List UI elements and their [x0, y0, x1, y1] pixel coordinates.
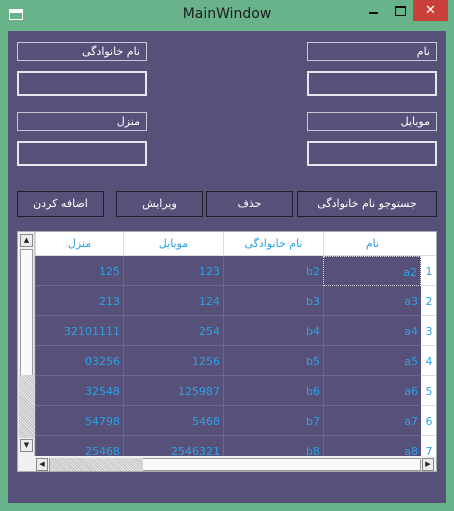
- maximize-button[interactable]: [387, 0, 413, 21]
- column-header-first-name[interactable]: نام: [323, 232, 421, 256]
- scroll-right-icon[interactable]: ▶: [422, 458, 434, 471]
- table-row[interactable]: 125 123 b2 a2 1: [35, 256, 436, 286]
- cell-home[interactable]: 03256: [35, 346, 123, 376]
- mobile-field[interactable]: [307, 141, 437, 166]
- cell-mobile[interactable]: 5468: [123, 406, 223, 436]
- add-button[interactable]: اضافه کردن: [17, 191, 104, 217]
- cell-home[interactable]: 32548: [35, 376, 123, 406]
- first-name-field[interactable]: [307, 71, 437, 96]
- cell-home[interactable]: 32101111: [35, 316, 123, 346]
- table-row[interactable]: 32101111 254 b4 a4 3: [35, 316, 436, 346]
- row-number[interactable]: 5: [421, 376, 436, 406]
- cell-first-name[interactable]: a4: [323, 316, 421, 346]
- row-number[interactable]: 1: [421, 256, 436, 286]
- cell-home[interactable]: 213: [35, 286, 123, 316]
- mobile-label: موبایل: [307, 112, 437, 131]
- first-name-label: نام: [307, 42, 437, 61]
- vertical-scrollbar[interactable]: ▲ ▼: [18, 232, 36, 456]
- home-field[interactable]: [17, 141, 147, 166]
- row-number[interactable]: 3: [421, 316, 436, 346]
- row-number[interactable]: 2: [421, 286, 436, 316]
- row-number[interactable]: 6: [421, 406, 436, 436]
- close-button[interactable]: ✕: [413, 0, 448, 21]
- scroll-down-icon[interactable]: ▼: [20, 439, 33, 452]
- scroll-left-icon[interactable]: ◀: [36, 458, 48, 471]
- vertical-scroll-thumb[interactable]: [19, 375, 36, 438]
- grid-rows: 125 123 b2 a2 1 213 124 b3 a3 2 32101111…: [35, 256, 436, 466]
- contacts-grid[interactable]: ▲ ▼ منزل موبایل نام خانوادگی نام 125 123…: [17, 231, 437, 472]
- main-panel: نام خانوادگی نام منزل موبایل اضافه کردن …: [8, 31, 446, 503]
- title-bar[interactable]: MainWindow ✕: [0, 0, 454, 31]
- cell-home[interactable]: 125: [35, 256, 123, 286]
- row-number[interactable]: 4: [421, 346, 436, 376]
- cell-first-name[interactable]: a7: [323, 406, 421, 436]
- cell-last-name[interactable]: b5: [223, 346, 323, 376]
- edit-button[interactable]: ویرایش: [116, 191, 203, 217]
- cell-mobile[interactable]: 254: [123, 316, 223, 346]
- horizontal-scrollbar[interactable]: ◀ ▶: [35, 456, 436, 471]
- horizontal-scroll-thumb[interactable]: [50, 458, 143, 471]
- column-header-mobile[interactable]: موبایل: [123, 232, 223, 256]
- table-row[interactable]: 32548 125987 b6 a6 5: [35, 376, 436, 406]
- cell-first-name[interactable]: a2: [323, 256, 421, 286]
- search-last-name-button[interactable]: جستوجو نام خانوادگی: [297, 191, 437, 217]
- table-row[interactable]: 03256 1256 b5 a5 4: [35, 346, 436, 376]
- cell-mobile[interactable]: 125987: [123, 376, 223, 406]
- minimize-button[interactable]: [361, 0, 387, 21]
- scroll-up-icon[interactable]: ▲: [20, 234, 33, 247]
- cell-last-name[interactable]: b3: [223, 286, 323, 316]
- table-row[interactable]: 54798 5468 b7 a7 6: [35, 406, 436, 436]
- column-header-home[interactable]: منزل: [35, 232, 123, 256]
- cell-last-name[interactable]: b7: [223, 406, 323, 436]
- column-header-last-name[interactable]: نام خانوادگی: [223, 232, 323, 256]
- last-name-field[interactable]: [17, 71, 147, 96]
- cell-last-name[interactable]: b6: [223, 376, 323, 406]
- cell-last-name[interactable]: b2: [223, 256, 323, 286]
- cell-first-name[interactable]: a5: [323, 346, 421, 376]
- cell-first-name[interactable]: a6: [323, 376, 421, 406]
- scrollbar-corner: [18, 456, 35, 471]
- cell-first-name[interactable]: a3: [323, 286, 421, 316]
- table-row[interactable]: 213 124 b3 a3 2: [35, 286, 436, 316]
- delete-button[interactable]: حذف: [206, 191, 293, 217]
- cell-mobile[interactable]: 124: [123, 286, 223, 316]
- grid-header: منزل موبایل نام خانوادگی نام: [35, 232, 436, 256]
- home-label: منزل: [17, 112, 147, 131]
- close-icon: ✕: [425, 3, 436, 18]
- cell-home[interactable]: 54798: [35, 406, 123, 436]
- last-name-label: نام خانوادگی: [17, 42, 147, 61]
- cell-last-name[interactable]: b4: [223, 316, 323, 346]
- cell-mobile[interactable]: 1256: [123, 346, 223, 376]
- cell-mobile[interactable]: 123: [123, 256, 223, 286]
